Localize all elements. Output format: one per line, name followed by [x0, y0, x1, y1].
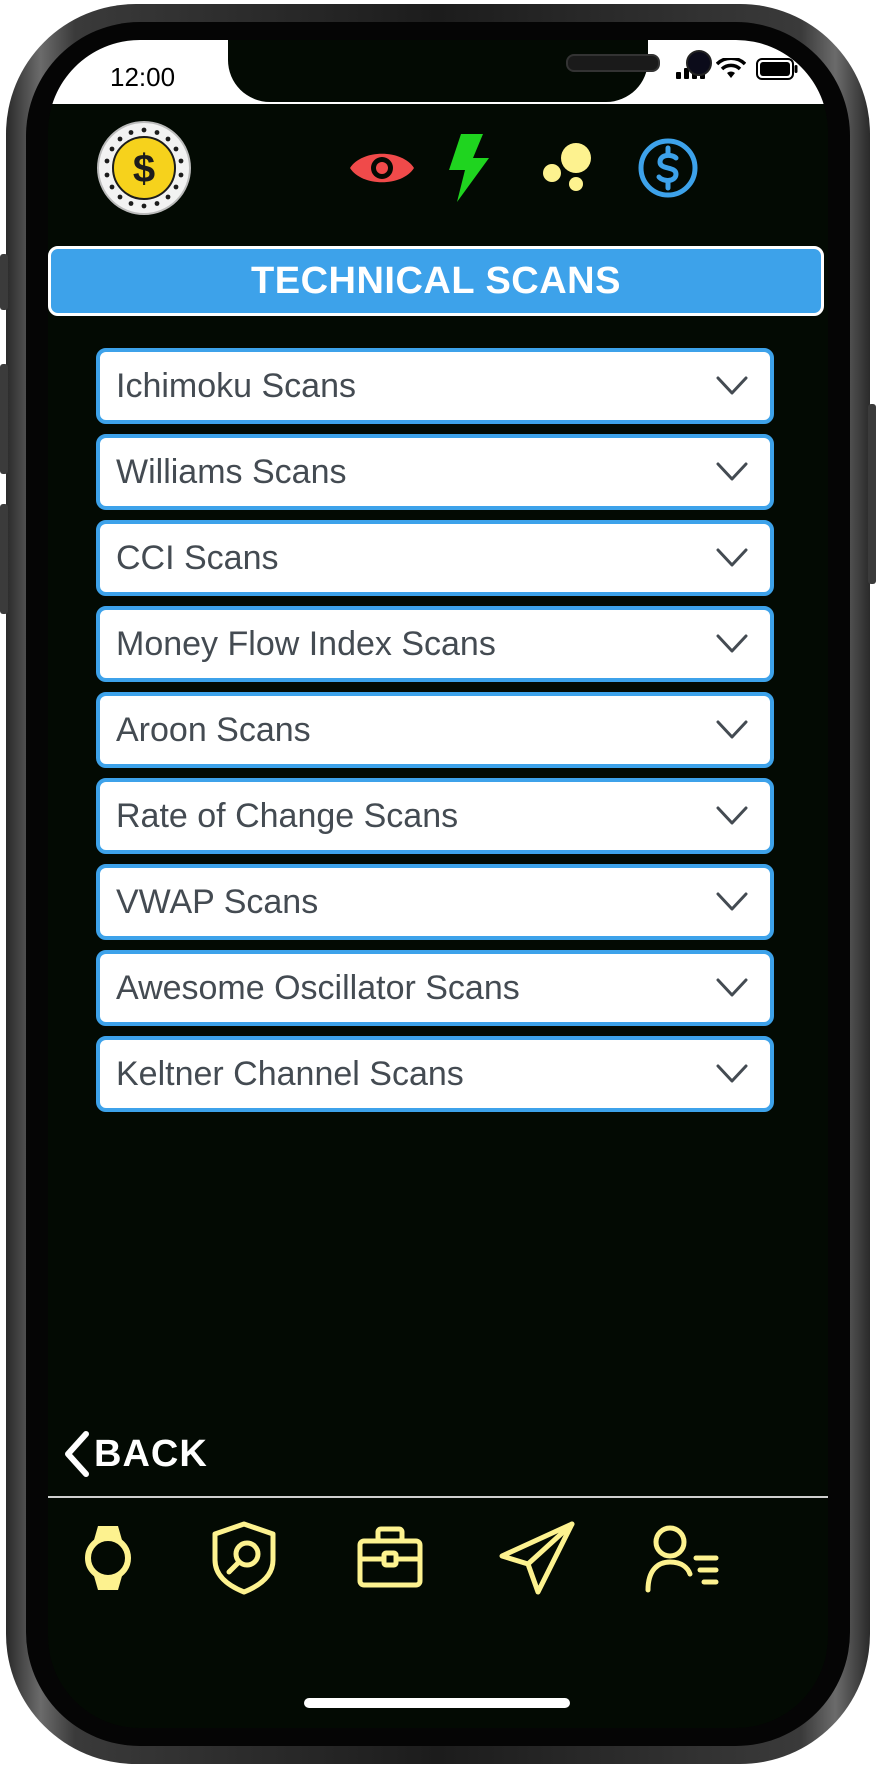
- back-button[interactable]: BACK: [60, 1430, 208, 1478]
- app-screen: 12:00 $ TECHNICAL SCANS Ichimoku Scans W…: [48, 40, 828, 1728]
- dropdown-cci-scans[interactable]: CCI Scans: [96, 520, 774, 596]
- user-list-icon[interactable]: [642, 1518, 722, 1598]
- battery-icon: [756, 58, 798, 80]
- dropdown-label: Aroon Scans: [116, 710, 311, 749]
- notch: [228, 40, 712, 102]
- dropdown-label: CCI Scans: [116, 538, 279, 577]
- dollar-coin-icon[interactable]: $: [96, 120, 192, 216]
- chevron-down-icon: [710, 966, 754, 1010]
- dropdown-awesome-oscillator-scans[interactable]: Awesome Oscillator Scans: [96, 950, 774, 1026]
- status-time: 12:00: [110, 62, 176, 92]
- dropdown-ichimoku-scans[interactable]: Ichimoku Scans: [96, 348, 774, 424]
- dropdown-williams-scans[interactable]: Williams Scans: [96, 434, 774, 510]
- dropdown-label: Keltner Channel Scans: [116, 1054, 464, 1093]
- chevron-down-icon: [710, 450, 754, 494]
- lightning-icon[interactable]: [432, 132, 504, 204]
- dropdown-label: Ichimoku Scans: [116, 366, 356, 405]
- chevron-down-icon: [710, 794, 754, 838]
- dropdown-label: VWAP Scans: [116, 882, 319, 921]
- dropdown-vwap-scans[interactable]: VWAP Scans: [96, 864, 774, 940]
- eye-icon[interactable]: [346, 132, 418, 204]
- bottom-tab-bar: [48, 1508, 828, 1618]
- chevron-down-icon: [710, 1052, 754, 1096]
- paper-plane-icon[interactable]: [498, 1518, 578, 1598]
- dollar-circle-icon[interactable]: [632, 132, 704, 204]
- shield-search-icon[interactable]: [204, 1518, 284, 1598]
- chevron-down-icon: [710, 622, 754, 666]
- svg-text:$: $: [133, 147, 155, 191]
- dropdown-aroon-scans[interactable]: Aroon Scans: [96, 692, 774, 768]
- briefcase-icon[interactable]: [350, 1518, 430, 1598]
- chevron-down-icon: [710, 536, 754, 580]
- bubbles-icon[interactable]: [532, 132, 604, 204]
- dropdown-keltner-channel-scans[interactable]: Keltner Channel Scans: [96, 1036, 774, 1112]
- chevron-down-icon: [710, 708, 754, 752]
- page-title: TECHNICAL SCANS: [251, 259, 621, 302]
- dropdown-money-flow-index-scans[interactable]: Money Flow Index Scans: [96, 606, 774, 682]
- watch-icon[interactable]: [68, 1518, 148, 1598]
- dropdown-label: Awesome Oscillator Scans: [116, 968, 520, 1007]
- chevron-down-icon: [710, 364, 754, 408]
- wifi-icon: [716, 58, 746, 78]
- top-toolbar: $: [48, 118, 828, 218]
- chevron-down-icon: [710, 880, 754, 924]
- back-label: BACK: [94, 1432, 208, 1475]
- tabbar-divider: [48, 1496, 828, 1498]
- home-indicator[interactable]: [304, 1698, 570, 1708]
- dropdown-label: Williams Scans: [116, 452, 347, 491]
- dropdown-label: Rate of Change Scans: [116, 796, 459, 835]
- scan-list: Ichimoku Scans Williams Scans CCI Scans …: [96, 348, 774, 1122]
- dropdown-label: Money Flow Index Scans: [116, 624, 496, 663]
- section-header: TECHNICAL SCANS: [48, 246, 824, 316]
- chevron-left-icon: [65, 1431, 89, 1477]
- dropdown-rate-of-change-scans[interactable]: Rate of Change Scans: [96, 778, 774, 854]
